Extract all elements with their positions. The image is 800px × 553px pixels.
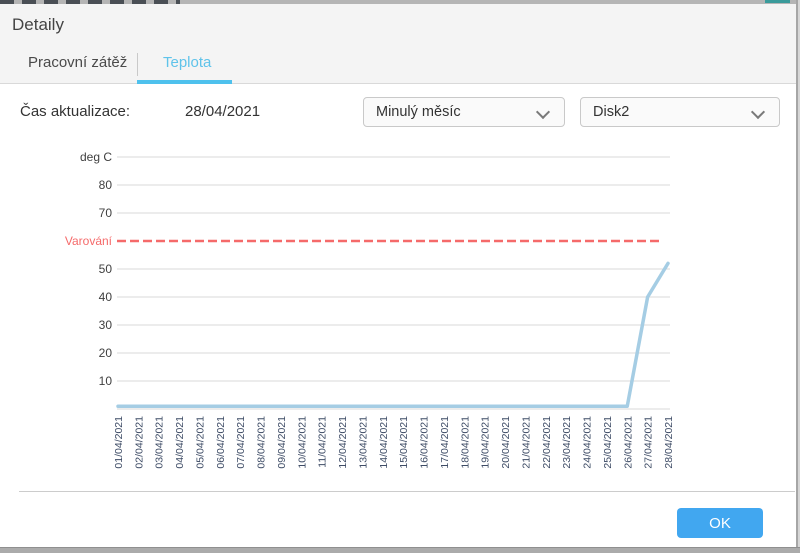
svg-text:19/04/2021: 19/04/2021 <box>480 416 492 469</box>
svg-text:10: 10 <box>99 374 113 388</box>
svg-text:Varování: Varování <box>65 234 113 248</box>
svg-text:08/04/2021: 08/04/2021 <box>256 416 268 469</box>
svg-text:25/04/2021: 25/04/2021 <box>602 416 614 469</box>
svg-text:20: 20 <box>99 346 113 360</box>
chevron-down-icon <box>535 104 551 120</box>
svg-text:70: 70 <box>99 206 113 220</box>
svg-text:24/04/2021: 24/04/2021 <box>582 416 594 469</box>
svg-text:50: 50 <box>99 262 113 276</box>
svg-text:05/04/2021: 05/04/2021 <box>194 416 206 469</box>
svg-text:11/04/2021: 11/04/2021 <box>317 416 329 468</box>
underlying-window-bottom-edge <box>0 547 800 553</box>
svg-text:10/04/2021: 10/04/2021 <box>296 416 308 469</box>
active-tab-underline <box>137 80 232 84</box>
svg-text:30: 30 <box>99 318 113 332</box>
svg-text:17/04/2021: 17/04/2021 <box>439 416 451 469</box>
svg-text:40: 40 <box>99 290 113 304</box>
svg-text:02/04/2021: 02/04/2021 <box>133 416 145 469</box>
svg-text:21/04/2021: 21/04/2021 <box>520 416 532 469</box>
svg-text:14/04/2021: 14/04/2021 <box>378 416 390 469</box>
svg-text:13/04/2021: 13/04/2021 <box>357 416 369 469</box>
svg-text:06/04/2021: 06/04/2021 <box>215 416 227 469</box>
svg-text:18/04/2021: 18/04/2021 <box>459 416 471 469</box>
chart-canvas: deg C 80 70 50 40 30 20 10 Varování 01/04/2021 02/… <box>65 150 675 469</box>
svg-text:80: 80 <box>99 178 113 192</box>
svg-text:07/04/2021: 07/04/2021 <box>235 416 247 469</box>
details-dialog: Detaily Pracovní zátěž Teplota Čas aktua… <box>0 0 800 553</box>
disk-select-value: Disk2 <box>593 104 630 120</box>
svg-text:22/04/2021: 22/04/2021 <box>541 416 553 469</box>
svg-text:28/04/2021: 28/04/2021 <box>663 416 675 469</box>
svg-text:23/04/2021: 23/04/2021 <box>561 416 573 469</box>
svg-text:20/04/2021: 20/04/2021 <box>500 416 512 469</box>
underlying-window-accent <box>765 0 790 3</box>
svg-text:01/04/2021: 01/04/2021 <box>113 416 125 469</box>
svg-text:16/04/2021: 16/04/2021 <box>419 416 431 469</box>
tab-temperature[interactable]: Teplota <box>163 54 211 71</box>
tab-workload[interactable]: Pracovní zátěž <box>28 54 127 71</box>
svg-text:deg C: deg C <box>80 150 112 164</box>
period-select-value: Minulý měsíc <box>376 104 461 120</box>
ok-button[interactable]: OK <box>677 508 763 538</box>
period-select[interactable]: Minulý měsíc <box>363 97 565 127</box>
update-time-label: Čas aktualizace: <box>20 103 131 120</box>
chevron-down-icon <box>750 104 766 120</box>
tab-divider <box>137 53 138 76</box>
footer-separator <box>19 491 795 492</box>
disk-select[interactable]: Disk2 <box>580 97 780 127</box>
svg-text:09/04/2021: 09/04/2021 <box>276 416 288 469</box>
svg-text:26/04/2021: 26/04/2021 <box>622 416 634 469</box>
svg-text:12/04/2021: 12/04/2021 <box>337 416 349 469</box>
svg-text:27/04/2021: 27/04/2021 <box>643 416 655 469</box>
update-time-value: 28/04/2021 <box>185 103 261 120</box>
svg-text:03/04/2021: 03/04/2021 <box>154 416 166 469</box>
dialog-header: Detaily Pracovní zátěž Teplota <box>0 4 796 84</box>
svg-text:15/04/2021: 15/04/2021 <box>398 416 410 469</box>
temperature-chart: deg C 80 70 50 40 30 20 10 Varování 01/04/2021 02/… <box>0 145 800 480</box>
dialog-title: Detaily <box>12 15 64 34</box>
svg-text:04/04/2021: 04/04/2021 <box>174 416 186 469</box>
